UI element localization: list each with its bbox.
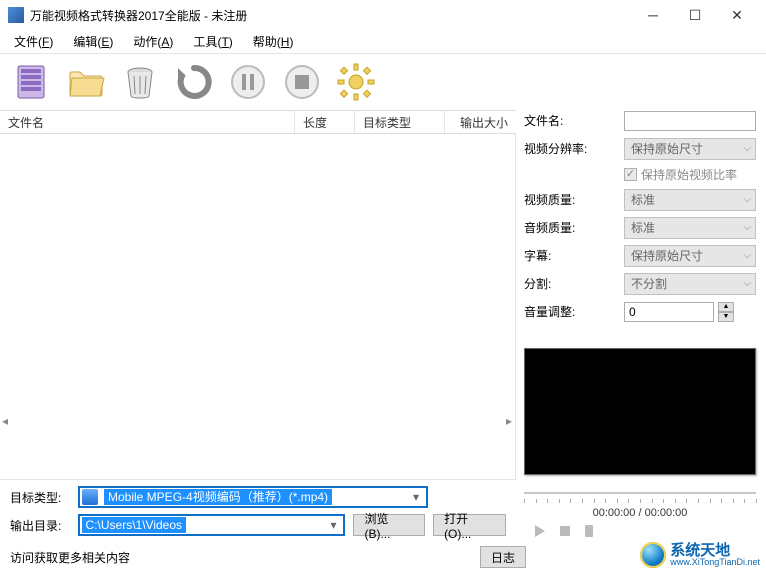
close-button[interactable]: ✕	[716, 1, 758, 29]
resolution-label: 视频分辨率:	[524, 140, 624, 157]
video-preview	[524, 348, 756, 475]
watermark-en: www.XiTongTianDi.net	[670, 558, 760, 567]
subtitle-label: 字幕:	[524, 247, 624, 264]
volume-spinner[interactable]: ▲▼	[718, 302, 734, 322]
resolution-combo[interactable]: 保持原始尺寸⌵	[624, 138, 756, 160]
minimize-button[interactable]: ─	[632, 1, 674, 29]
menu-file[interactable]: 文件(F)	[6, 31, 61, 52]
settings-button[interactable]	[332, 58, 380, 106]
chevron-down-icon: ⌵	[743, 222, 751, 233]
window-title: 万能视频格式转换器2017全能版 - 未注册	[30, 7, 632, 24]
scroll-right-icon[interactable]: ▸	[506, 414, 512, 428]
bottom-form: 目标类型: Mobile MPEG-4视频编码（推荐）(*.mp4) ▾ 输出目…	[0, 479, 516, 542]
stop-button[interactable]	[278, 58, 326, 106]
audio-quality-label: 音频质量:	[524, 219, 624, 236]
watermark-cn: 系统天地	[670, 543, 760, 558]
file-list-pane: 文件名 长度 目标类型 输出大小 ◂ ▸ 目标类型: Mobile MPEG-4…	[0, 110, 516, 542]
log-button[interactable]: 日志	[480, 546, 526, 568]
maximize-button[interactable]: ☐	[674, 1, 716, 29]
convert-button[interactable]	[170, 58, 218, 106]
pause-button[interactable]	[224, 58, 272, 106]
chevron-down-icon: ⌵	[743, 278, 751, 289]
menu-action[interactable]: 动作(A)	[125, 31, 181, 52]
spin-up-icon[interactable]: ▲	[718, 302, 734, 312]
volume-label: 音量调整:	[524, 303, 624, 320]
toolbar	[0, 54, 766, 110]
globe-icon	[640, 542, 666, 568]
add-file-button[interactable]	[8, 58, 56, 106]
play-button[interactable]	[532, 523, 548, 542]
file-list[interactable]	[0, 134, 516, 479]
chevron-down-icon: ⌵	[743, 194, 751, 205]
target-type-value: Mobile MPEG-4视频编码（推荐）(*.mp4)	[104, 489, 332, 505]
video-quality-label: 视频质量:	[524, 191, 624, 208]
col-length[interactable]: 长度	[295, 111, 355, 133]
spin-down-icon[interactable]: ▼	[718, 312, 734, 322]
col-outsize[interactable]: 输出大小	[445, 111, 516, 133]
keep-ratio-checkbox[interactable]: ✓	[624, 168, 637, 181]
time-display: 00:00:00 / 00:00:00	[524, 507, 756, 519]
volume-input[interactable]: 0	[624, 302, 714, 322]
menu-help[interactable]: 帮助(H)	[245, 31, 302, 52]
output-dir-label: 输出目录:	[10, 517, 70, 534]
delete-button[interactable]	[116, 58, 164, 106]
keep-ratio-label: 保持原始视频比率	[641, 166, 737, 183]
list-header: 文件名 长度 目标类型 输出大小	[0, 110, 516, 134]
menu-tool[interactable]: 工具(T)	[185, 31, 240, 52]
target-type-combo[interactable]: Mobile MPEG-4视频编码（推荐）(*.mp4) ▾	[78, 486, 428, 508]
progress-slider[interactable]	[524, 483, 756, 503]
browse-button[interactable]: 浏览(B)...	[353, 514, 425, 536]
subtitle-combo[interactable]: 保持原始尺寸⌵	[624, 245, 756, 267]
output-dir-combo[interactable]: C:\Users\1\Videos ▾	[78, 514, 346, 536]
chevron-down-icon: ⌵	[743, 250, 751, 261]
scroll-left-icon[interactable]: ◂	[2, 414, 8, 428]
stop-preview-button[interactable]	[558, 524, 572, 541]
split-combo[interactable]: 不分割⌵	[624, 273, 756, 295]
filename-input[interactable]	[624, 111, 756, 131]
video-quality-combo[interactable]: 标准⌵	[624, 189, 756, 211]
chevron-down-icon: ⌵	[743, 143, 751, 154]
chevron-down-icon: ▾	[325, 517, 341, 533]
open-button[interactable]: 打开(O)...	[433, 514, 506, 536]
output-dir-value: C:\Users\1\Videos	[82, 517, 187, 533]
more-link[interactable]: 访问获取更多相关内容	[10, 549, 130, 566]
properties-pane: 文件名: 视频分辨率: 保持原始尺寸⌵ ✓ 保持原始视频比率 视频质量: 标准⌵…	[516, 110, 766, 542]
audio-quality-combo[interactable]: 标准⌵	[624, 217, 756, 239]
chevron-down-icon: ▾	[408, 489, 424, 505]
col-tgttype[interactable]: 目标类型	[355, 111, 445, 133]
target-type-label: 目标类型:	[10, 489, 70, 506]
snapshot-button[interactable]	[582, 523, 596, 542]
title-bar: 万能视频格式转换器2017全能版 - 未注册 ─ ☐ ✕	[0, 0, 766, 30]
split-label: 分割:	[524, 275, 624, 292]
video-format-icon	[82, 489, 98, 505]
add-folder-button[interactable]	[62, 58, 110, 106]
filename-label: 文件名:	[524, 112, 624, 129]
watermark: 系统天地 www.XiTongTianDi.net	[640, 542, 760, 568]
app-icon	[8, 7, 24, 23]
menu-edit[interactable]: 编辑(E)	[65, 31, 121, 52]
menu-bar: 文件(F) 编辑(E) 动作(A) 工具(T) 帮助(H)	[0, 30, 766, 54]
col-filename[interactable]: 文件名	[0, 111, 295, 133]
